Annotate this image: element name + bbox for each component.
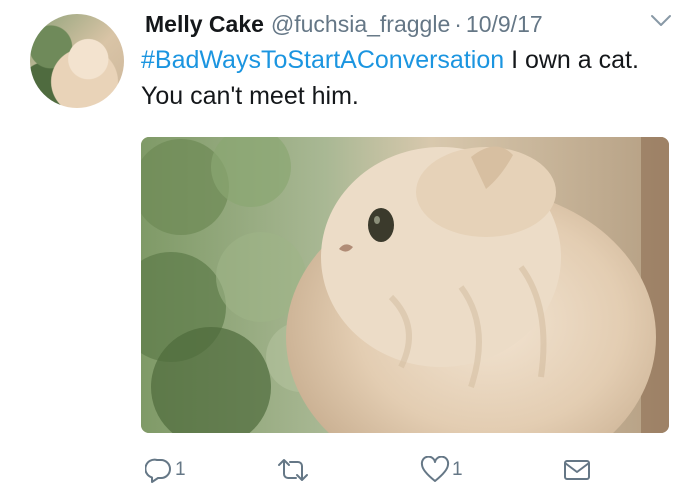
like-count: 1 xyxy=(452,459,463,480)
reply-count: 1 xyxy=(175,459,186,480)
tweet-text: #BadWaysToStartAConversation I own a cat… xyxy=(141,42,681,114)
tweet-actions: 1 1 xyxy=(0,452,700,492)
chevron-down-icon[interactable] xyxy=(650,14,672,28)
author-name[interactable]: Melly Cake xyxy=(145,11,264,38)
avatar[interactable] xyxy=(30,14,124,108)
envelope-icon xyxy=(564,460,590,480)
tweet: Melly Cake @fuchsia_fraggle · 10/9/17 #B… xyxy=(0,0,700,495)
reply-button[interactable]: 1 xyxy=(145,452,186,488)
separator-dot: · xyxy=(454,10,462,37)
tweet-date[interactable]: 10/9/17 xyxy=(466,11,543,38)
like-button[interactable]: 1 xyxy=(420,452,463,488)
direct-message-button[interactable] xyxy=(562,452,592,488)
tweet-photo[interactable] xyxy=(141,137,669,433)
author-handle[interactable]: @fuchsia_fraggle xyxy=(271,11,450,38)
heart-icon xyxy=(420,456,450,482)
hashtag-link[interactable]: #BadWaysToStartAConversation xyxy=(141,46,504,74)
retweet-button[interactable] xyxy=(276,452,310,488)
cat-photo-image xyxy=(141,137,669,433)
reply-icon xyxy=(145,458,171,483)
retweet-icon xyxy=(278,459,308,481)
tweet-header: Melly Cake @fuchsia_fraggle · 10/9/17 xyxy=(145,6,543,42)
